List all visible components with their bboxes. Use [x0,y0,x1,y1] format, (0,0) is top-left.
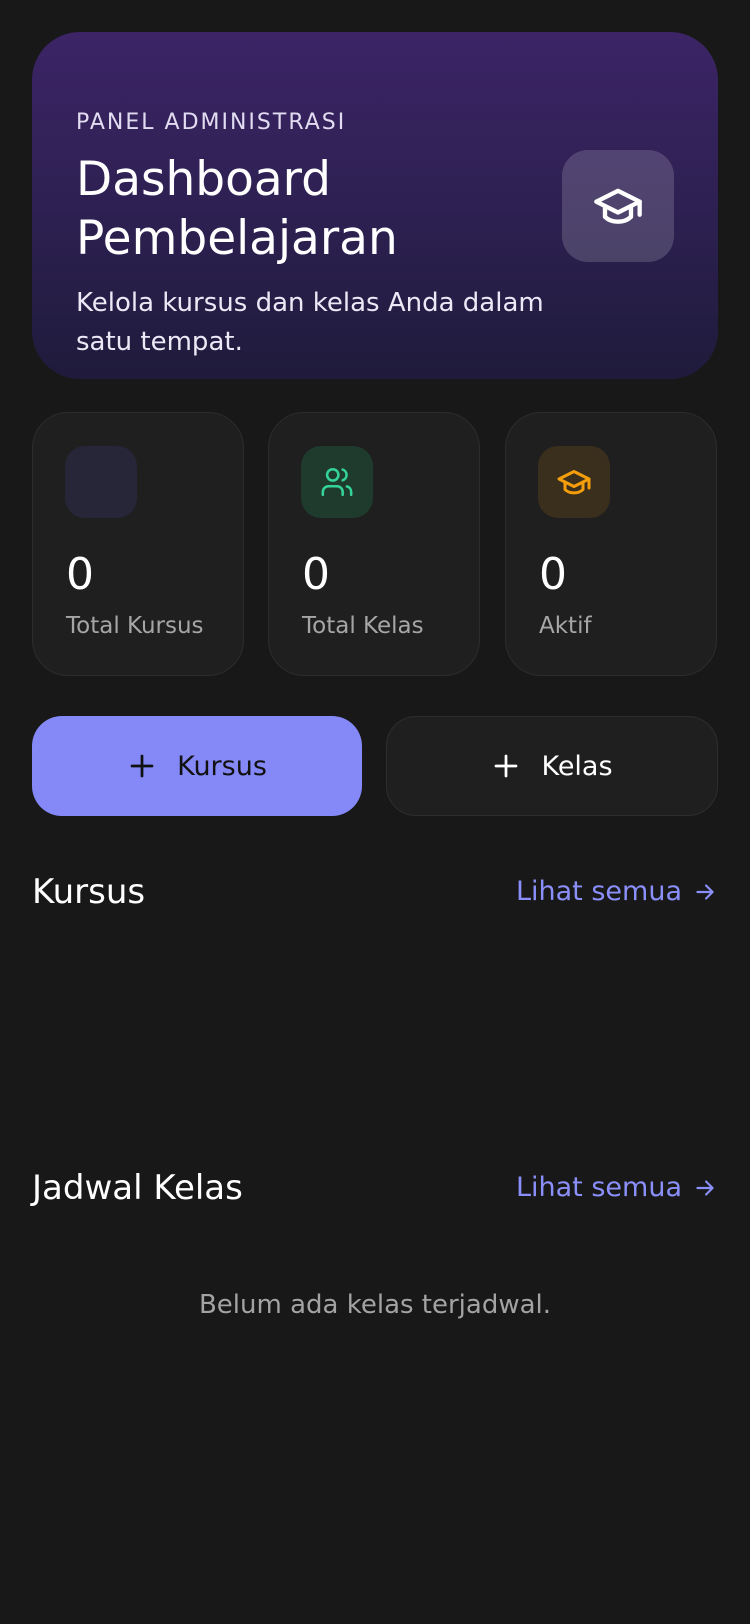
stat-value: 0 [539,549,567,600]
add-course-label: Kursus [177,750,267,782]
schedule-see-all-label: Lihat semua [515,1172,682,1203]
courses-see-all-label: Lihat semua [515,876,682,907]
schedule-empty-state: Belum ada kelas terjadwal. [198,1290,552,1320]
plus-icon [495,754,518,778]
arrow-right-icon [696,1179,714,1196]
hero-banner: PANEL ADMINISTRASI Dashboard Pembelajara… [32,32,718,379]
add-class-label: Kelas [541,750,613,782]
courses-see-all-link[interactable]: Lihat semua [516,876,718,907]
hero-subtitle: Kelola kursus dan kelas Anda dalam satu … [76,288,544,357]
add-course-button[interactable]: Kursus [32,716,362,816]
stat-card-aktif: 0 Aktif [505,412,717,676]
stat-label: Aktif [539,613,592,639]
graduation-cap-icon [594,188,642,224]
graduation-cap-icon [557,470,591,495]
page-title: Dashboard Pembelajaran [76,152,398,266]
stat-value: 0 [66,549,94,600]
stat-label: Total Kelas [302,613,424,639]
plus-icon [130,754,154,778]
stat-value: 0 [302,549,330,600]
dashboard-page: PANEL ADMINISTRASI Dashboard Pembelajara… [0,0,750,1624]
hero-eyebrow: PANEL ADMINISTRASI [76,110,347,135]
arrow-right-icon [696,883,714,900]
stat-icon-container [538,446,610,518]
stat-icon-container [301,446,373,518]
users-icon [321,467,353,497]
stat-card-total-kursus: 0 Total Kursus [32,412,244,676]
stat-label: Total Kursus [66,613,204,639]
schedule-see-all-link[interactable]: Lihat semua [516,1172,718,1203]
book-icon [65,446,137,518]
add-class-button[interactable]: Kelas [386,716,718,816]
stat-card-total-kelas: 0 Total Kelas [268,412,480,676]
schedule-section-title: Jadwal Kelas [32,1168,243,1208]
hero-icon-container [562,150,674,262]
courses-section-title: Kursus [32,872,146,912]
